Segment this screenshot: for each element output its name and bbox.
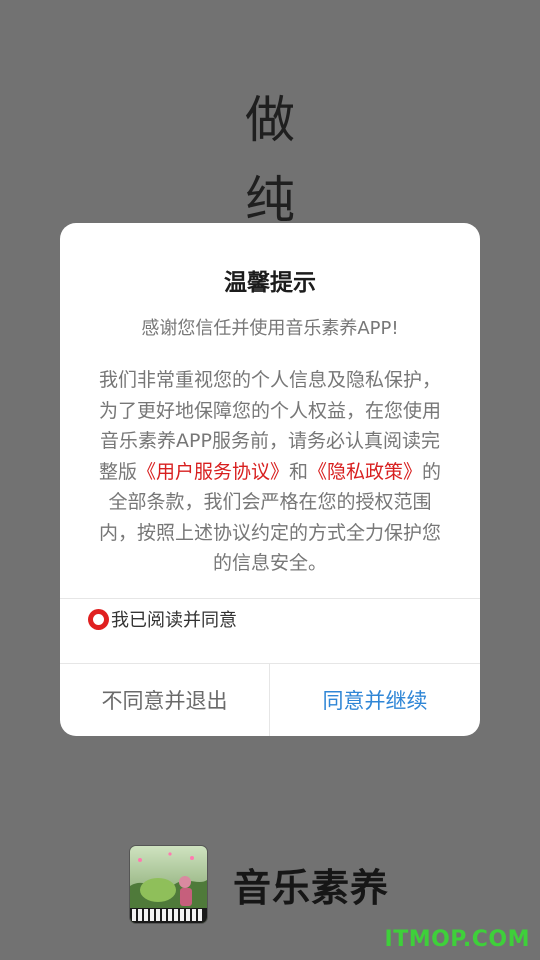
watermark: ITMOP.COM (384, 927, 530, 952)
brand-name: 音乐素养 (233, 865, 390, 910)
app-logo-icon (130, 845, 207, 923)
accept-continue-button[interactable]: 同意并继续 (270, 664, 480, 736)
splash-slogan: 做 纯 (0, 80, 540, 240)
dialog-body-text: 我们非常重视您的个人信息及隐私保护，为了更好地保障您的个人权益，在您使用音乐素养… (92, 365, 448, 579)
agree-label: 我已阅读并同意 (111, 610, 237, 631)
user-agreement-link[interactable]: 《用户服务协议》 (137, 461, 289, 483)
agree-checkbox-row[interactable]: 我已阅读并同意 (88, 599, 237, 639)
body-text-and: 和 (288, 460, 308, 483)
agree-radio-icon[interactable] (88, 608, 109, 630)
privacy-dialog: 温馨提示 感谢您信任并使用音乐素养APP! 我们非常重视您的个人信息及隐私保护，… (60, 223, 480, 736)
decline-exit-button[interactable]: 不同意并退出 (60, 664, 269, 736)
privacy-policy-link[interactable]: 《隐私政策》 (308, 461, 422, 483)
dialog-thanks-text: 感谢您信任并使用音乐素养APP! (141, 318, 399, 339)
slogan-line-1: 做 (245, 91, 295, 149)
dialog-title: 温馨提示 (224, 270, 316, 296)
brand-footer: 音乐素养 (130, 845, 389, 923)
